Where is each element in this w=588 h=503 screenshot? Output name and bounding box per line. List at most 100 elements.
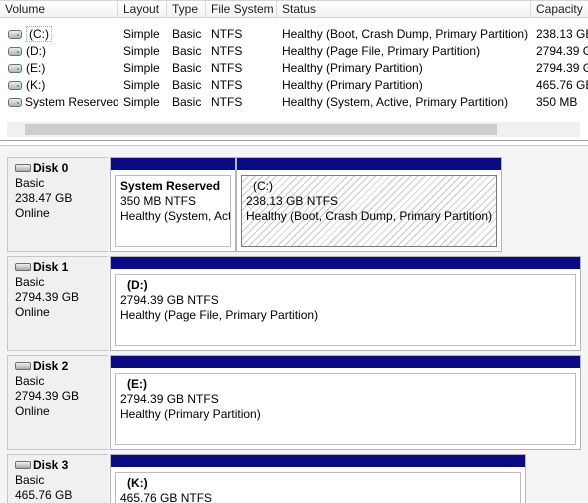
column-header-layout[interactable]: Layout [118,1,167,18]
capacity-cell: 465.76 GB [536,78,588,92]
disk-state: Online [15,206,50,220]
volume-cell: (K:) [0,77,118,94]
disk-size: 238.47 GB [15,191,73,205]
disk-info-0[interactable]: Disk 0 Basic 238.47 GB Online [7,157,108,252]
partition-name: System Reserved [120,179,221,193]
disk-state: Online [15,404,50,418]
disk-name: Disk 0 [33,161,69,175]
layout-cell: Simple [123,95,160,109]
column-header-file-system[interactable]: File System [206,1,277,18]
status-cell: Healthy (System, Active, Primary Partiti… [282,95,509,109]
partition-name: (D:) [127,278,148,292]
partition-area: (E:) 2794.39 GB NTFS Healthy (Primary Pa… [108,355,581,450]
disk-state: Online [15,305,50,319]
drive-icon [8,64,22,73]
partition-status: Healthy (System, Act [120,209,231,223]
file-system-cell: NTFS [211,44,243,58]
partition-size: 465.76 GB NTFS [120,491,213,503]
column-header-capacity[interactable]: Capacity [531,1,588,18]
disk-size: 2794.39 GB [15,290,80,304]
file-system-cell: NTFS [211,78,243,92]
disk-icon [15,164,31,172]
partition-bar [111,257,580,269]
disk-row-1[interactable]: Disk 1 Basic 2794.39 GB Online (D:) 2794… [7,256,588,351]
file-system-cell: NTFS [211,61,243,75]
disk-type: Basic [15,176,45,190]
partition-area: (K:) 465.76 GB NTFS [108,454,526,503]
partition-bar [111,158,235,170]
type-cell: Basic [172,61,202,75]
horizontal-scrollbar[interactable] [7,122,580,137]
disk-map-pane[interactable]: Disk 0 Basic 238.47 GB Online System Res… [0,145,588,503]
disk-info-1[interactable]: Disk 1 Basic 2794.39 GB Online [7,256,108,351]
volume-name: (E:) [26,61,46,75]
column-header-row: Volume Layout Type File System Status Ca… [0,0,588,18]
partition-e[interactable]: (E:) 2794.39 GB NTFS Healthy (Primary Pa… [110,355,581,450]
volume-list[interactable]: Volume Layout Type File System Status Ca… [0,0,588,141]
drive-icon [8,81,22,90]
partition-size: 2794.39 GB NTFS [120,293,219,307]
type-cell: Basic [172,78,202,92]
partition-name: (K:) [127,476,148,490]
disk-name: Disk 1 [33,260,69,274]
layout-cell: Simple [123,78,160,92]
volume-row-d[interactable]: (D:) Simple Basic NTFS Healthy (Page Fil… [0,43,588,60]
column-header-type[interactable]: Type [167,1,206,18]
volume-row-c[interactable]: (C:) Simple Basic NTFS Healthy (Boot, Cr… [0,26,588,43]
partition-status: Healthy (Boot, Crash Dump, Primary Parti… [246,209,493,223]
partition-size: 2794.39 GB NTFS [120,392,219,406]
partition-body: (C:) 238.13 GB NTFS Healthy (Boot, Crash… [241,175,497,247]
status-cell: Healthy (Boot, Crash Dump, Primary Parti… [282,27,529,41]
drive-icon [8,30,22,39]
type-cell: Basic [172,27,202,41]
capacity-cell: 2794.39 GB [536,61,588,75]
column-header-status[interactable]: Status [277,1,531,18]
column-header-volume[interactable]: Volume [0,1,118,18]
partition-name: (C:) [253,179,273,193]
disk-row-3[interactable]: Disk 3 Basic 465.76 GB (K:) 465.76 GB NT… [7,454,588,503]
file-system-cell: NTFS [211,27,243,41]
drive-icon [8,98,22,107]
disk-size: 465.76 GB [15,488,73,502]
volume-cell: (C:) [0,26,118,43]
volume-row-k[interactable]: (K:) Simple Basic NTFS Healthy (Primary … [0,77,588,94]
partition-body: (D:) 2794.39 GB NTFS Healthy (Page File,… [115,274,576,346]
volume-name: (K:) [26,78,46,92]
disk-name: Disk 3 [33,458,69,472]
volume-row-system-reserved[interactable]: System Reserved Simple Basic NTFS Health… [0,94,588,111]
status-cell: Healthy (Primary Partition) [282,78,423,92]
disk-type: Basic [15,275,45,289]
disk-info-3[interactable]: Disk 3 Basic 465.76 GB [7,454,108,503]
partition-area: System Reserved 350 MB NTFS Healthy (Sys… [108,157,502,252]
partition-bar [111,455,525,467]
disk-row-0[interactable]: Disk 0 Basic 238.47 GB Online System Res… [7,157,588,252]
partition-body: (K:) 465.76 GB NTFS [115,472,521,503]
partition-d[interactable]: (D:) 2794.39 GB NTFS Healthy (Page File,… [110,256,581,351]
disk-name: Disk 2 [33,359,69,373]
partition-area: (D:) 2794.39 GB NTFS Healthy (Page File,… [108,256,581,351]
volume-name: System Reserved [25,95,118,109]
horizontal-scrollbar-thumb[interactable] [25,124,497,135]
partition-body: System Reserved 350 MB NTFS Healthy (Sys… [115,175,231,247]
partition-size: 238.13 GB NTFS [246,194,339,208]
volume-name: (C:) [26,26,52,42]
capacity-cell: 2794.39 GB [536,44,588,58]
type-cell: Basic [172,95,202,109]
partition-c[interactable]: (C:) 238.13 GB NTFS Healthy (Boot, Crash… [236,157,502,252]
volume-cell: (E:) [0,60,118,77]
volume-name: (D:) [26,44,46,58]
partition-name: (E:) [127,377,147,391]
volume-row-e[interactable]: (E:) Simple Basic NTFS Healthy (Primary … [0,60,588,77]
capacity-cell: 350 MB [536,95,578,109]
disk-row-2[interactable]: Disk 2 Basic 2794.39 GB Online (E:) 2794… [7,355,588,450]
drive-icon [8,47,22,56]
partition-status: Healthy (Primary Partition) [120,407,261,421]
disk-info-2[interactable]: Disk 2 Basic 2794.39 GB Online [7,355,108,450]
partition-system-reserved[interactable]: System Reserved 350 MB NTFS Healthy (Sys… [110,157,236,252]
partition-bar [237,158,501,170]
disk-icon [15,362,31,370]
capacity-cell: 238.13 GB [536,27,588,41]
partition-size: 350 MB NTFS [120,194,197,208]
partition-k[interactable]: (K:) 465.76 GB NTFS [110,454,526,503]
file-system-cell: NTFS [211,95,243,109]
